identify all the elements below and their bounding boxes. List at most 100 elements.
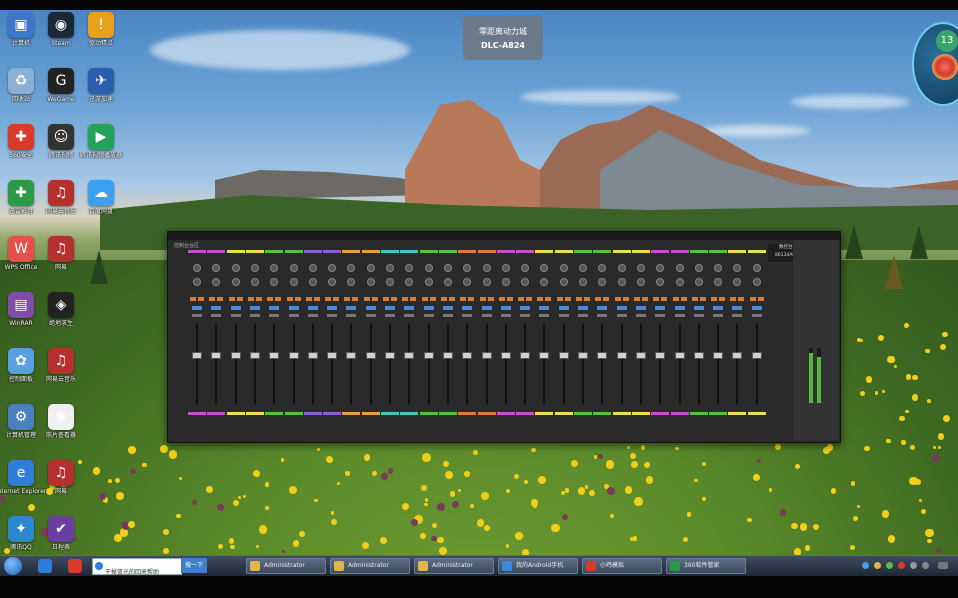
mute-button[interactable] — [711, 297, 718, 301]
solo-button[interactable] — [699, 297, 706, 301]
mixer-channel-strip[interactable] — [709, 242, 728, 426]
desktop-icon[interactable]: ◈ 绝地求生 — [35, 292, 87, 336]
taskbar-task[interactable]: 小鸡模拟 — [582, 558, 662, 574]
gain-knob[interactable] — [636, 264, 645, 272]
channel-fader[interactable] — [674, 352, 685, 359]
solo-button[interactable] — [622, 297, 629, 301]
select-button[interactable] — [192, 306, 202, 310]
pan-knob[interactable] — [482, 278, 491, 286]
pan-knob[interactable] — [752, 278, 761, 286]
pan-knob[interactable] — [540, 278, 549, 286]
solo-button[interactable] — [313, 297, 320, 301]
solo-button[interactable] — [680, 297, 687, 301]
pan-knob[interactable] — [733, 278, 742, 286]
taskbar-task[interactable]: Administrator — [414, 558, 494, 574]
select-button[interactable] — [481, 306, 492, 310]
pan-knob[interactable] — [598, 278, 607, 286]
gain-knob[interactable] — [212, 264, 221, 272]
route-button[interactable] — [327, 314, 338, 317]
route-button[interactable] — [655, 314, 666, 317]
mixer-window[interactable]: 控制台台区 数控台面 86134A924 — [167, 231, 841, 443]
mixer-channel-strip[interactable] — [458, 242, 477, 426]
solo-button[interactable] — [506, 297, 513, 301]
mixer-channel-strip[interactable] — [361, 242, 380, 426]
mute-button[interactable] — [595, 297, 602, 301]
mute-button[interactable] — [440, 297, 447, 301]
mute-button[interactable] — [537, 297, 544, 301]
mixer-channel-strip[interactable] — [728, 242, 747, 426]
channel-fader[interactable] — [732, 352, 743, 359]
taskbar-task[interactable]: Administrator — [330, 558, 410, 574]
select-button[interactable] — [751, 306, 762, 310]
gain-knob[interactable] — [231, 264, 240, 272]
select-button[interactable] — [211, 306, 222, 310]
select-button[interactable] — [288, 306, 299, 310]
solo-button[interactable] — [526, 297, 533, 301]
mute-button[interactable] — [576, 297, 582, 301]
route-button[interactable] — [751, 314, 762, 317]
gain-knob[interactable] — [193, 264, 201, 272]
gain-knob[interactable] — [559, 264, 568, 272]
select-button[interactable] — [462, 306, 473, 310]
search-box[interactable]: 干掉蓝光的回来帮助 — [92, 558, 182, 576]
solo-button[interactable] — [391, 297, 397, 301]
solo-button[interactable] — [584, 297, 590, 301]
gain-knob[interactable] — [694, 264, 703, 272]
mute-button[interactable] — [190, 297, 196, 301]
gain-knob[interactable] — [482, 264, 491, 272]
desktop-icon[interactable]: ♫ 网易 — [35, 236, 87, 280]
mixer-channel-strip[interactable] — [631, 242, 650, 426]
channel-fader[interactable] — [249, 352, 260, 359]
pan-knob[interactable] — [347, 278, 356, 286]
solo-button[interactable] — [757, 297, 764, 301]
mixer-channel-strip[interactable] — [284, 242, 303, 426]
channel-fader[interactable] — [404, 352, 415, 359]
select-button[interactable] — [674, 306, 685, 310]
select-button[interactable] — [693, 306, 704, 310]
gain-knob[interactable] — [443, 264, 452, 272]
mute-button[interactable] — [402, 297, 409, 301]
mute-button[interactable] — [363, 297, 370, 301]
mixer-channel-strip[interactable] — [554, 242, 573, 426]
gain-knob[interactable] — [598, 264, 607, 272]
gain-knob[interactable] — [579, 264, 587, 272]
mixer-channel-strip[interactable] — [670, 242, 689, 426]
route-button[interactable] — [346, 314, 357, 317]
search-button[interactable]: 搜一下 — [181, 558, 207, 573]
mixer-channel-strip[interactable] — [574, 242, 592, 426]
channel-fader[interactable] — [520, 352, 531, 359]
solo-button[interactable] — [564, 297, 571, 301]
channel-fader[interactable] — [539, 352, 550, 359]
select-button[interactable] — [500, 306, 511, 310]
gain-knob[interactable] — [347, 264, 356, 272]
solo-button[interactable] — [275, 297, 282, 301]
show-desktop-icon[interactable] — [938, 562, 948, 569]
route-button[interactable] — [616, 314, 627, 317]
pan-knob[interactable] — [617, 278, 626, 286]
pan-knob[interactable] — [212, 278, 221, 286]
network-icon[interactable] — [922, 562, 929, 569]
volume-icon[interactable] — [910, 562, 917, 569]
mute-button[interactable] — [730, 297, 737, 301]
desktop-icon[interactable]: ♫ 网易 — [35, 460, 87, 504]
mute-button[interactable] — [209, 297, 216, 301]
gain-knob[interactable] — [617, 264, 626, 272]
mixer-channel-strip[interactable] — [516, 242, 535, 426]
channel-fader[interactable] — [442, 352, 453, 359]
taskbar-task[interactable]: 我的Android手机 — [498, 558, 578, 574]
tray-icon[interactable] — [898, 562, 905, 569]
select-button[interactable] — [307, 306, 318, 310]
solo-button[interactable] — [468, 297, 475, 301]
pan-knob[interactable] — [656, 278, 665, 286]
desktop-icon[interactable]: ! 驱动精灵 — [75, 12, 127, 56]
solo-button[interactable] — [487, 297, 494, 301]
desktop-icon[interactable]: ❀ 照片查看器 — [35, 404, 87, 448]
pan-knob[interactable] — [443, 278, 452, 286]
start-button[interactable] — [4, 557, 22, 575]
solo-button[interactable] — [294, 297, 301, 301]
select-button[interactable] — [597, 306, 608, 310]
channel-fader[interactable] — [558, 352, 569, 359]
channel-fader[interactable] — [655, 352, 666, 359]
gain-knob[interactable] — [405, 264, 414, 272]
solo-button[interactable] — [719, 297, 726, 301]
